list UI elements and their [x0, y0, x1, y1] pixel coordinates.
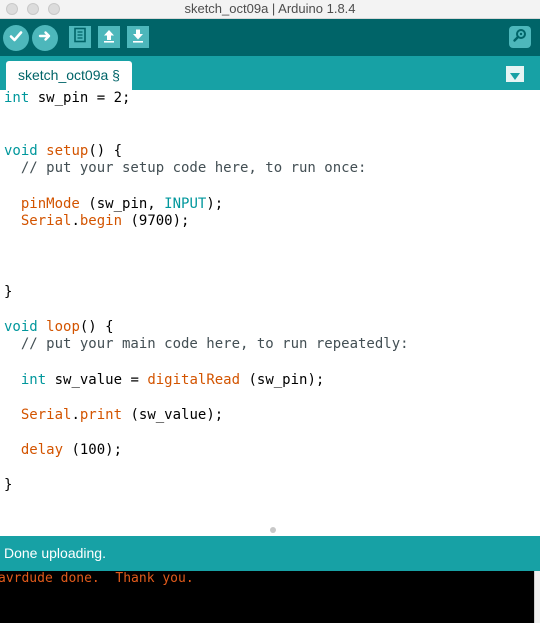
arrow-up-icon [102, 27, 116, 47]
code-token: (sw_value); [122, 406, 224, 423]
code-line[interactable] [4, 301, 409, 319]
tab-bar: sketch_oct09a § [0, 56, 540, 90]
open-sketch-button[interactable] [98, 26, 120, 48]
code-editor[interactable]: int sw_pin = 2; void setup() { // put yo… [0, 90, 540, 536]
code-line[interactable] [4, 231, 409, 249]
code-line[interactable]: Serial.begin (9700); [4, 213, 409, 231]
code-token: ); [206, 195, 224, 212]
code-token: Serial [20, 406, 72, 423]
code-token: (sw_pin); [240, 371, 325, 388]
code-line[interactable]: // put your setup code here, to run once… [4, 160, 409, 178]
code-token: setup [46, 142, 89, 159]
magnifier-icon [512, 27, 528, 47]
code-token: sw_value = [46, 371, 148, 388]
code-line[interactable] [4, 108, 409, 126]
code-line[interactable]: // put your main code here, to run repea… [4, 336, 409, 354]
serial-monitor-button[interactable] [509, 26, 531, 48]
code-token: () { [79, 318, 114, 335]
code-token: print [79, 406, 123, 423]
code-token: Serial [20, 213, 72, 230]
console-output: avrdude done. Thank you. [0, 571, 534, 623]
tab-sketch[interactable]: sketch_oct09a § [6, 61, 132, 90]
verify-button[interactable] [3, 25, 29, 51]
code-line[interactable] [4, 248, 409, 266]
code-token: begin [79, 213, 123, 230]
code-line[interactable]: void setup() { [4, 143, 409, 161]
code-token: delay [20, 441, 64, 458]
code-line[interactable] [4, 178, 409, 196]
code-token: // put your setup code here, to run once… [4, 160, 367, 177]
code-token: (9700); [122, 213, 190, 230]
code-token: void [4, 142, 38, 159]
code-token: . [71, 213, 80, 230]
code-line[interactable]: } [4, 284, 409, 302]
code-line[interactable]: int sw_pin = 2; [4, 90, 409, 108]
code-token: loop [46, 318, 80, 335]
new-document-icon [73, 27, 87, 47]
window-title: sketch_oct09a | Arduino 1.8.4 [184, 1, 356, 16]
code-line[interactable] [4, 459, 409, 477]
code-line[interactable] [4, 424, 409, 442]
arrow-down-icon [131, 27, 145, 47]
upload-button[interactable] [32, 25, 58, 51]
code-line[interactable]: pinMode (sw_pin, INPUT); [4, 196, 409, 214]
code-token: sw_pin = 2; [29, 90, 131, 106]
code-token: . [71, 406, 80, 423]
status-bar: Done uploading. [0, 536, 540, 571]
console-scrollbar[interactable] [534, 571, 540, 623]
code-token: pinMode [20, 195, 80, 212]
triangle-down-icon [510, 65, 520, 84]
splitter-handle[interactable] [270, 527, 276, 533]
code-line[interactable]: void loop() { [4, 319, 409, 337]
checkmark-icon [8, 28, 24, 48]
code-token: int [4, 90, 30, 106]
code-line[interactable] [4, 389, 409, 407]
console-text: avrdude done. Thank you. [0, 571, 194, 586]
code-token: // put your main code here, to run repea… [4, 336, 409, 353]
code-line[interactable]: int sw_value = digitalRead (sw_pin); [4, 372, 409, 390]
code-token: } [4, 477, 13, 494]
code-line[interactable]: Serial.print (sw_value); [4, 407, 409, 425]
new-sketch-button[interactable] [69, 26, 91, 48]
title-bar: sketch_oct09a | Arduino 1.8.4 [0, 0, 540, 19]
code-line[interactable]: } [4, 477, 409, 495]
code-token: (sw_pin, [79, 195, 165, 212]
code-token: } [4, 283, 13, 300]
arrow-right-icon [37, 28, 53, 48]
save-sketch-button[interactable] [127, 26, 149, 48]
code-token: INPUT [164, 195, 207, 212]
code-token: void [4, 318, 38, 335]
code-token: int [20, 371, 47, 388]
toolbar [0, 19, 540, 56]
code-line[interactable] [4, 354, 409, 372]
tab-menu-button[interactable] [506, 66, 524, 82]
code-text[interactable]: int sw_pin = 2; void setup() { // put yo… [4, 90, 409, 495]
code-line[interactable] [4, 266, 409, 284]
code-token: digitalRead [147, 371, 241, 388]
code-token: (100); [63, 441, 123, 458]
code-line[interactable] [4, 125, 409, 143]
status-message: Done uploading. [4, 545, 106, 561]
code-token: () { [88, 142, 123, 159]
code-line[interactable]: delay (100); [4, 442, 409, 460]
